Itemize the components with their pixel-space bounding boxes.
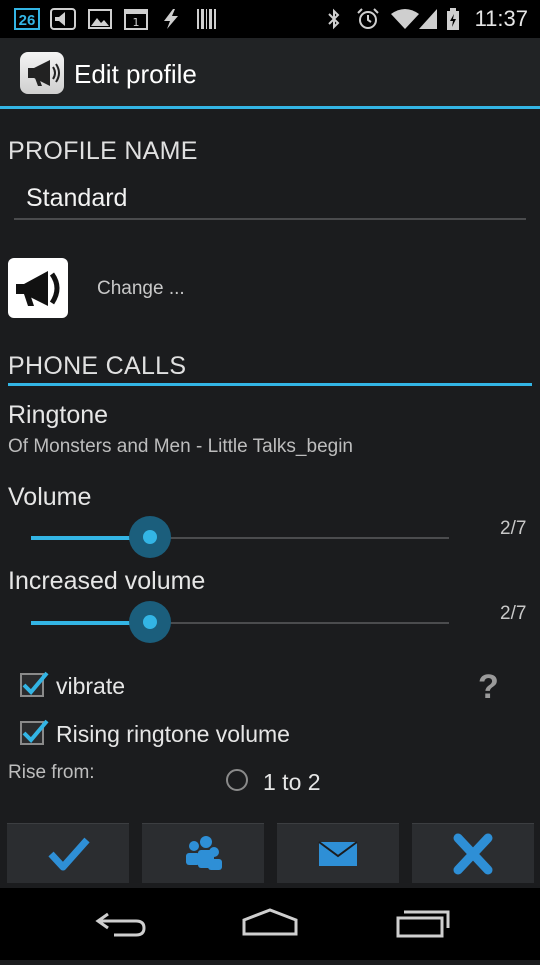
action-bar-divider — [0, 106, 540, 109]
notification-count-badge: 26 — [14, 8, 40, 30]
alarm-icon — [357, 8, 379, 29]
calendar-icon: 1 — [124, 9, 148, 30]
lightning-icon — [164, 9, 178, 29]
section-divider — [8, 383, 532, 386]
confirm-button[interactable] — [7, 823, 129, 883]
rise-from-radio[interactable] — [226, 769, 248, 791]
change-icon-button[interactable]: Change ... — [97, 278, 185, 300]
contacts-button[interactable] — [142, 823, 264, 883]
wifi-icon — [391, 9, 419, 29]
navigation-bar — [0, 888, 540, 960]
image-icon — [88, 9, 112, 29]
home-icon — [242, 908, 298, 936]
app-icon[interactable] — [20, 52, 64, 94]
recents-icon — [396, 910, 450, 938]
checkmark-icon — [22, 719, 49, 743]
help-icon[interactable]: ? — [478, 668, 499, 707]
profile-icon-button[interactable] — [8, 258, 68, 318]
checkmark-icon — [22, 671, 49, 695]
speaker-notification-icon — [50, 8, 76, 30]
recents-button[interactable] — [360, 888, 480, 960]
volume-title: Volume — [8, 483, 92, 511]
volume-value: 2/7 — [500, 518, 527, 539]
megaphone-icon — [28, 60, 60, 86]
close-icon — [453, 833, 493, 875]
profile-name-input[interactable] — [14, 178, 526, 220]
envelope-icon — [318, 841, 358, 866]
back-icon — [95, 912, 146, 937]
home-button[interactable] — [210, 888, 330, 960]
svg-text:1: 1 — [133, 16, 140, 29]
barcode-icon — [197, 9, 216, 29]
cancel-button[interactable] — [412, 823, 534, 883]
checkmark-icon — [48, 837, 90, 871]
rise-from-label: Rise from: — [8, 762, 95, 783]
back-button[interactable] — [60, 888, 180, 960]
message-button[interactable] — [277, 823, 399, 883]
increased-volume-title: Increased volume — [8, 567, 206, 595]
phone-calls-header: PHONE CALLS — [8, 352, 187, 380]
rise-from-option-label[interactable]: 1 to 2 — [263, 769, 321, 796]
page-title: Edit profile — [74, 59, 197, 89]
ringtone-summary: Of Monsters and Men - Little Talks_begin — [8, 436, 353, 457]
people-icon — [186, 836, 222, 870]
vibrate-checkbox[interactable] — [20, 671, 49, 697]
vibrate-label[interactable]: vibrate — [56, 673, 125, 700]
status-bar: 26 1 11:37 — [0, 0, 540, 38]
ringtone-title: Ringtone — [8, 401, 109, 429]
rising-ringtone-label[interactable]: Rising ringtone volume — [56, 721, 290, 748]
increased-volume-value: 2/7 — [500, 603, 527, 624]
clock-time: 11:37 — [474, 6, 528, 31]
megaphone-icon — [16, 271, 60, 306]
bluetooth-icon — [328, 8, 340, 30]
battery-icon — [447, 8, 459, 30]
rising-ringtone-checkbox[interactable] — [20, 719, 49, 745]
cell-signal-icon — [419, 9, 437, 29]
profile-name-header: PROFILE NAME — [8, 137, 198, 165]
